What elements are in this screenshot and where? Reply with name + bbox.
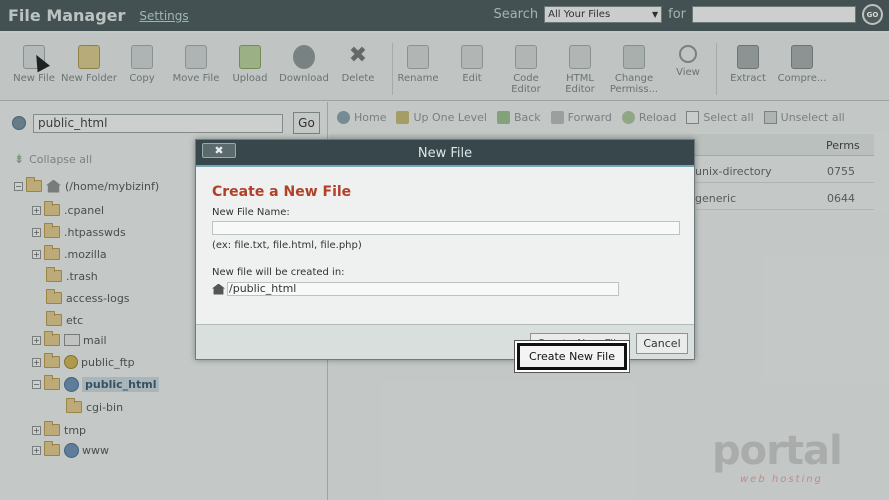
- create-new-file-button[interactable]: Create New File: [517, 343, 627, 370]
- location-input[interactable]: /public_html: [227, 282, 619, 296]
- file-name-label: New File Name:: [212, 207, 290, 218]
- dialog-title: New File: [417, 146, 473, 161]
- logo-wordmark: portal: [712, 428, 843, 474]
- portal-logo: portal web hosting: [706, 428, 876, 494]
- dialog-titlebar: ✖ New File: [196, 140, 694, 167]
- location-label: New file will be created in:: [212, 267, 345, 278]
- new-file-dialog: ✖ New File Create a New File New File Na…: [195, 139, 695, 360]
- cancel-button[interactable]: Cancel: [636, 333, 688, 354]
- dialog-heading: Create a New File: [212, 184, 352, 200]
- file-name-input[interactable]: [212, 221, 680, 235]
- location-row: /public_html: [212, 282, 619, 296]
- location-value: /public_html: [229, 282, 297, 295]
- logo-tagline: web hosting: [740, 474, 823, 485]
- file-name-example: (ex: file.txt, file.html, file.php): [212, 240, 362, 251]
- house-icon: [212, 283, 225, 295]
